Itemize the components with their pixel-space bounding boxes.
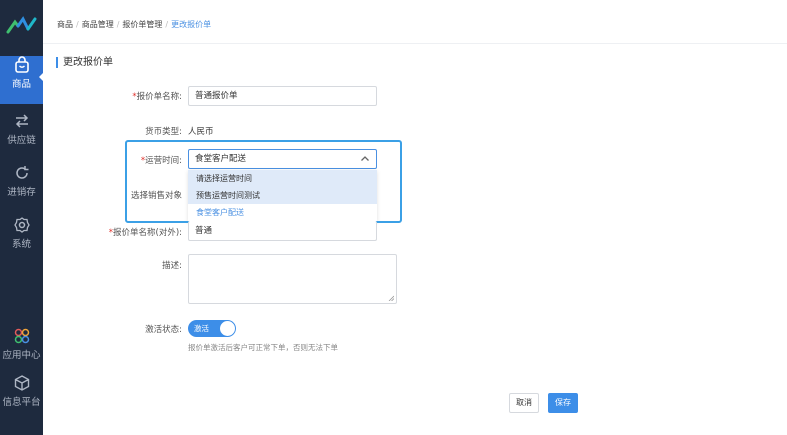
apps-icon — [14, 328, 29, 344]
logo-icon[interactable] — [6, 14, 38, 36]
external-name-input[interactable]: 普通 — [188, 221, 377, 241]
active-status-label: 激活状态: — [145, 325, 182, 335]
breadcrumb-current: 更改报价单 — [171, 20, 212, 29]
toggle-knob — [220, 321, 235, 336]
highlight-box — [125, 140, 402, 223]
active-status-hint: 报价单激活后客户可正常下单，否则无法下单 — [188, 343, 338, 352]
sidebar-item-system[interactable]: 系统 — [0, 216, 43, 264]
description-label: 描述: — [162, 261, 182, 271]
breadcrumb: 商品 / 商品管理 / 报价单管理 / 更改报价单 — [57, 20, 212, 29]
sidebar-item-label: 系统 — [11, 239, 31, 250]
description-textarea[interactable] — [188, 254, 397, 304]
sidebar-item-supply-chain[interactable]: 供应链 — [0, 112, 43, 160]
sidebar-item-label: 信息平台 — [2, 397, 41, 408]
section-title: 更改报价单 — [56, 57, 113, 68]
external-name-label: *报价单名称(对外): — [108, 228, 182, 238]
refresh-cycle-icon — [15, 166, 28, 179]
active-status-toggle[interactable]: 激活 — [188, 320, 236, 337]
quote-name-input[interactable]: 普通报价单 — [188, 86, 377, 106]
exchange-arrows-icon — [15, 114, 28, 128]
sidebar-item-goods[interactable]: 商品 — [0, 56, 44, 104]
cube-icon — [14, 375, 29, 391]
resize-grip-icon[interactable] — [388, 295, 394, 301]
sidebar: 商品 供应链 进销存 系统 应用中心 信息平台 — [0, 0, 44, 435]
sidebar-item-label: 进销存 — [7, 187, 36, 198]
top-bar: 商品 / 商品管理 / 报价单管理 / 更改报价单 — [43, 0, 787, 44]
breadcrumb-item[interactable]: 商品管理 — [82, 20, 114, 29]
toggle-text: 激活 — [194, 324, 209, 333]
save-button[interactable]: 保存 — [548, 393, 578, 413]
breadcrumb-item[interactable]: 商品 — [57, 20, 73, 29]
sidebar-item-label: 供应链 — [7, 135, 36, 146]
currency-value: 人民币 — [188, 127, 214, 137]
breadcrumb-item[interactable]: 报价单管理 — [122, 20, 162, 29]
currency-label: 货币类型: — [145, 127, 182, 137]
shopping-bag-icon — [14, 56, 29, 73]
cancel-button[interactable]: 取消 — [509, 393, 539, 413]
gear-icon — [13, 217, 30, 233]
sidebar-item-label: 商品 — [11, 79, 31, 90]
sidebar-item-app-center[interactable]: 应用中心 — [0, 327, 43, 375]
sidebar-item-inventory[interactable]: 进销存 — [0, 164, 43, 212]
sidebar-item-info-platform[interactable]: 信息平台 — [0, 374, 43, 422]
quote-name-label: *报价单名称: — [132, 92, 182, 102]
sidebar-item-label: 应用中心 — [2, 350, 41, 361]
